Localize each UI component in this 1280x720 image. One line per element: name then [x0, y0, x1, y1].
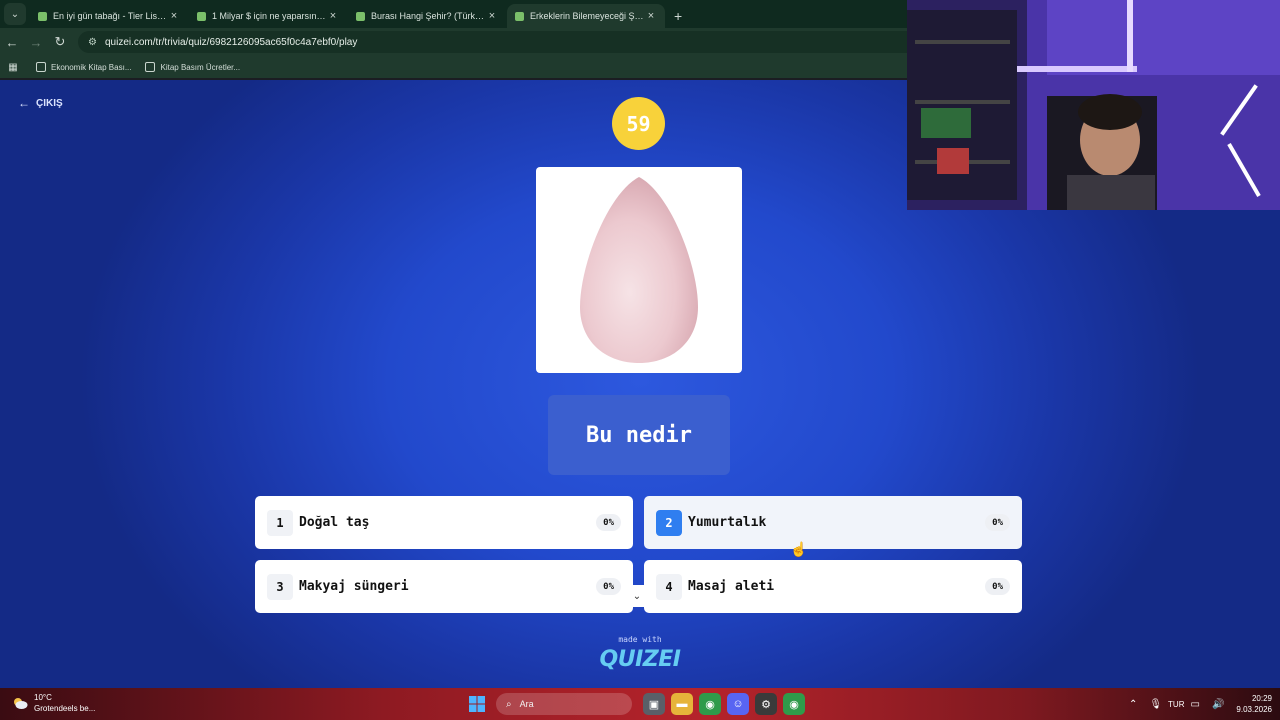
microphone-icon[interactable]: 🎙	[1149, 699, 1162, 710]
cloud-weather-icon	[14, 698, 28, 709]
apps-grid-icon[interactable]: ▦	[2, 62, 24, 73]
tab-title: 1 Milyar $ için ne yaparsın? - Ti	[212, 11, 327, 21]
bookmark-item[interactable]: Ekonomik Kitap Bası...	[36, 62, 131, 72]
answer-option-2[interactable]: 2 Yumurtalık 0%	[644, 496, 1022, 549]
answer-label: Masaj aleti	[688, 579, 775, 594]
weather-desc: Grotendeels be...	[34, 704, 96, 713]
bookmark-label: Ekonomik Kitap Bası...	[51, 62, 132, 72]
bookmark-label: Kitap Basım Ücretler...	[160, 62, 241, 72]
search-placeholder: Ara	[519, 699, 534, 709]
chevron-up-icon[interactable]: ⌃	[1129, 699, 1137, 710]
file-explorer-icon[interactable]: ▬	[671, 693, 693, 715]
question-image	[536, 167, 742, 373]
answer-label: Makyaj süngeri	[299, 579, 409, 594]
search-icon: ⌕	[506, 698, 512, 710]
bookmark-icon	[145, 62, 156, 72]
webcam-overlay	[907, 0, 1280, 210]
bookmark-item[interactable]: Kitap Basım Ücretler...	[145, 62, 240, 72]
answer-percent: 0%	[985, 578, 1010, 595]
answer-option-3[interactable]: 3 Makyaj süngeri 0%	[255, 560, 633, 613]
volume-icon[interactable]: 🔊	[1212, 699, 1224, 710]
task-view-icon[interactable]: ▣	[643, 693, 665, 715]
hand-cursor-icon: ☝	[790, 541, 808, 557]
answer-label: Doğal taş	[299, 515, 370, 530]
forward-arrow-icon[interactable]: →	[24, 35, 48, 50]
tab-title: Burası Hangi Şehir? (Türkiye) - (	[371, 11, 486, 21]
browser-tab-active[interactable]: Erkeklerin Bilemeyeceği Şeyler ×	[507, 4, 665, 28]
countdown-timer: 59	[612, 97, 665, 150]
taskbar-search[interactable]: ⌕ Ara	[496, 693, 632, 715]
taskbar-center: ⌕ Ara ▣ ▬ ◉ ☺ ⚙ ◉	[466, 691, 808, 717]
close-tab-icon[interactable]: ×	[486, 10, 498, 22]
answer-percent: 0%	[596, 514, 621, 531]
monitor-icon[interactable]: ▭	[1191, 699, 1200, 710]
browser-tab-3[interactable]: Burası Hangi Şehir? (Türkiye) - ( ×	[348, 4, 506, 28]
windows-logo-icon	[469, 696, 485, 712]
tab-title: Erkeklerin Bilemeyeceği Şeyler	[530, 11, 645, 21]
tab-favicon-icon	[356, 11, 365, 21]
makeup-sponge-image	[580, 177, 698, 363]
browser-tab-2[interactable]: 1 Milyar $ için ne yaparsın? - Ti ×	[189, 4, 347, 28]
weather-widget[interactable]: 10°C Grotendeels be...	[12, 692, 95, 714]
new-tab-icon[interactable]: +	[674, 8, 682, 24]
back-arrow-icon: ←	[18, 96, 30, 110]
answer-label: Yumurtalık	[688, 515, 767, 530]
windows-start-icon[interactable]	[466, 693, 488, 715]
answer-percent: 0%	[596, 578, 621, 595]
clock-time: 20:29	[1251, 694, 1272, 703]
answer-percent: 0%	[985, 514, 1010, 531]
exit-label: ÇIKIŞ	[36, 97, 63, 109]
windows-taskbar: 10°C Grotendeels be... ⌕ Ara ▣ ▬ ◉ ☺ ⚙ ◉…	[0, 688, 1280, 720]
tab-favicon-icon	[38, 11, 47, 21]
tab-title: En iyi gün tabağı - Tier List, Kc	[53, 11, 168, 21]
close-tab-icon[interactable]: ×	[645, 10, 657, 22]
reload-icon[interactable]: ↻	[48, 34, 72, 50]
answer-option-1[interactable]: 1 Doğal taş 0%	[255, 496, 633, 549]
clock[interactable]: 20:29 9.03.2026	[1236, 693, 1272, 715]
weather-temp: 10°C	[34, 693, 52, 702]
language-indicator[interactable]: TUR	[1168, 700, 1184, 709]
browser-tab-1[interactable]: En iyi gün tabağı - Tier List, Kc ×	[30, 4, 188, 28]
url-field[interactable]: ⚙ quizei.com/tr/trivia/quiz/6982126095ac…	[78, 31, 938, 53]
clock-date: 9.03.2026	[1236, 705, 1272, 714]
back-arrow-icon[interactable]: ←	[0, 35, 24, 50]
system-tray: ⌃ 🎙 TUR ▭ 🔊 20:29 9.03.2026	[1123, 693, 1272, 715]
answer-number: 1	[267, 509, 293, 536]
exit-button[interactable]: ← ÇIKIŞ	[18, 96, 63, 110]
answer-number: 3	[267, 573, 293, 600]
quizei-logo[interactable]: QUIZEI	[590, 647, 690, 672]
tab-favicon-icon	[197, 11, 206, 21]
answer-number: 2	[656, 509, 682, 536]
discord-icon[interactable]: ☺	[727, 693, 749, 715]
streamer-webcam-image	[907, 0, 1280, 210]
steam-icon[interactable]: ⚙	[755, 693, 777, 715]
tab-search-button[interactable]: ⌄	[4, 3, 26, 25]
chrome-icon[interactable]: ◉	[699, 693, 721, 715]
chrome-profile-icon[interactable]: ◉	[783, 693, 805, 715]
close-tab-icon[interactable]: ×	[168, 10, 180, 22]
answer-number: 4	[656, 573, 682, 600]
made-with-label: made with	[618, 635, 662, 644]
close-tab-icon[interactable]: ×	[327, 10, 339, 22]
question-text: Bu nedir	[548, 395, 730, 475]
scroll-down-chevron-icon[interactable]: ⌄	[625, 585, 649, 607]
tab-favicon-icon	[515, 11, 524, 21]
bookmark-icon	[36, 62, 46, 72]
site-info-icon[interactable]: ⚙	[88, 37, 97, 48]
url-text: quizei.com/tr/trivia/quiz/6982126095ac65…	[104, 36, 358, 48]
answer-option-4[interactable]: 4 Masaj aleti 0%	[644, 560, 1022, 613]
